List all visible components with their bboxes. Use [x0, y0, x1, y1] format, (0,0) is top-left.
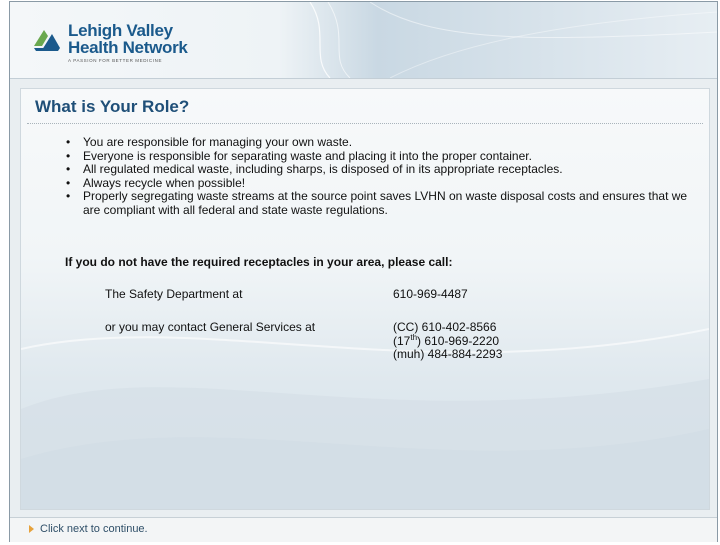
bullet-icon: •: [66, 135, 71, 149]
bullet-text: You are responsible for managing your ow…: [83, 135, 353, 149]
safety-department-phone: 610-969-4487: [393, 287, 468, 301]
call-heading: If you do not have the required receptac…: [65, 255, 453, 269]
page-title: What is Your Role?: [35, 97, 190, 116]
list-item: • Properly segregating waste streams at t…: [66, 189, 703, 217]
safety-department-label: The Safety Department at: [105, 287, 243, 301]
list-item: • All regulated medical waste, including …: [66, 162, 703, 177]
continue-instruction: Click next to continue.: [40, 523, 148, 535]
bullet-text: All regulated medical waste, including s…: [83, 162, 563, 176]
slide-header: Lehigh Valley Health Network A PASSION F…: [10, 2, 717, 79]
general-services-label: or you may contact General Services at: [105, 320, 316, 334]
seventeenth-number: ) 610-969-2220: [417, 333, 500, 348]
next-arrow-icon: [29, 525, 34, 533]
bullet-text: Everyone is responsible for separating w…: [83, 148, 532, 163]
role-bullet-list: • You are responsible for managing your o…: [66, 135, 703, 217]
bullet-icon: •: [66, 148, 71, 163]
seventeenth-phone: (17th) 610-969-2220: [393, 332, 502, 349]
seventeenth-sup: th: [410, 332, 418, 342]
bullet-text: Properly segregating waste streams at th…: [83, 189, 688, 217]
bullet-icon: •: [66, 189, 71, 203]
logo-tagline: A PASSION FOR BETTER MEDICINE: [68, 58, 163, 63]
list-item: • Always recycle when possible!: [66, 175, 703, 191]
list-item: • You are responsible for managing your o…: [66, 135, 703, 150]
content-panel: What is Your Role? • You are responsible …: [20, 88, 710, 510]
seventeenth-prefix: (17: [393, 333, 411, 348]
bullet-icon: •: [66, 175, 71, 190]
lvhn-logo-icon: [34, 30, 60, 51]
bullet-text: Always recycle when possible!: [83, 175, 246, 190]
general-services-phones: (CC) 610-402-8566 (17th) 610-969-2220 (m…: [393, 320, 503, 362]
slide-frame: Lehigh Valley Health Network A PASSION F…: [9, 1, 718, 542]
list-item: • Everyone is responsible for separating …: [66, 148, 703, 164]
bullet-icon: •: [66, 162, 71, 176]
logo-name-line1: Lehigh Valley: [68, 21, 173, 40]
title-divider: [27, 123, 703, 124]
slide-footer: Click next to continue.: [10, 517, 717, 542]
logo-name-line2: Health Network: [68, 38, 188, 57]
lvhn-logo[interactable]: Lehigh Valley Health Network A PASSION F…: [32, 20, 202, 70]
muh-phone: (muh) 484-884-2293: [393, 347, 503, 361]
